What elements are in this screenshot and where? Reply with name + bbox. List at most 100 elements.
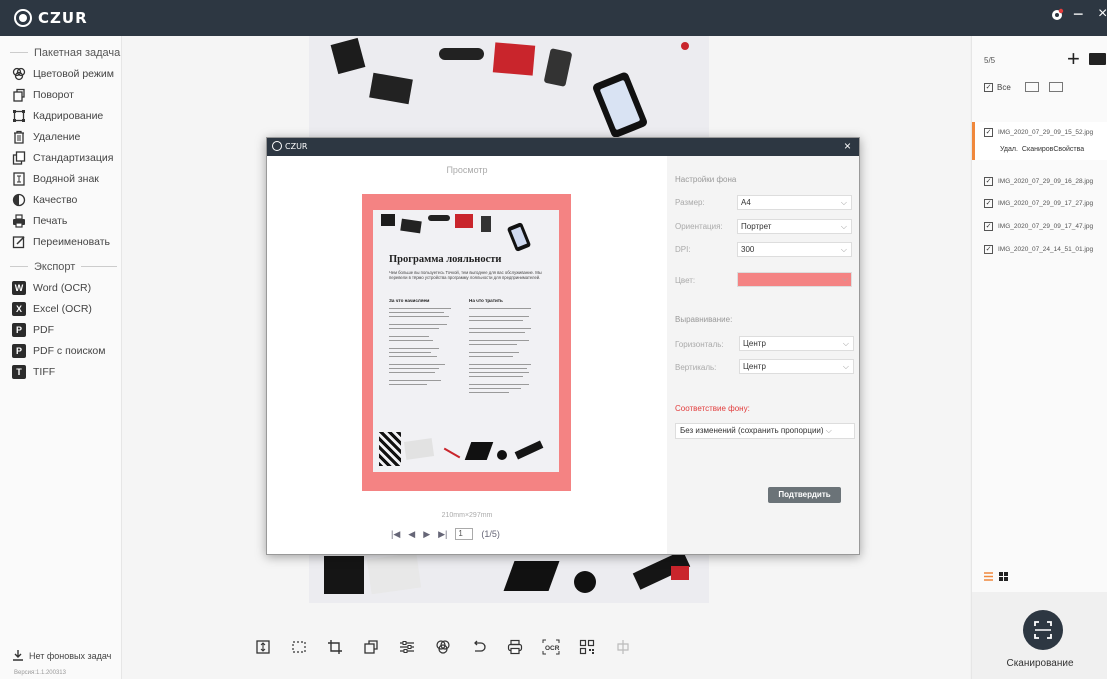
preview-label: Просмотр xyxy=(446,165,488,175)
select-area-icon[interactable] xyxy=(288,636,310,658)
close-icon[interactable]: × xyxy=(1098,5,1107,23)
scan-button[interactable] xyxy=(1023,610,1063,650)
prev-page-icon[interactable]: ◀ xyxy=(408,529,415,540)
scan-label: Сканирование xyxy=(1006,658,1074,669)
sidebar-item-label: Печать xyxy=(33,214,68,227)
doc-text-line xyxy=(389,356,437,358)
sidebar-item-rotate[interactable]: Поворот xyxy=(0,84,121,105)
doc-text-line xyxy=(469,384,529,386)
doc-text-line xyxy=(469,344,517,346)
export-item-label: Word (OCR) xyxy=(33,281,92,294)
orientation-select[interactable]: Портрет ⌵ xyxy=(737,219,852,234)
adjust-tool-icon[interactable] xyxy=(396,636,418,658)
first-page-icon[interactable]: |◀ xyxy=(391,529,400,540)
color-picker[interactable]: ⌵ xyxy=(737,272,852,287)
ocr-tool-icon[interactable]: OCR xyxy=(540,636,562,658)
doc-text-line xyxy=(469,340,529,342)
doc-image xyxy=(497,450,507,460)
export-word-ocr[interactable]: W Word (OCR) xyxy=(0,277,121,298)
app-logo: CZUR xyxy=(14,9,88,27)
watermark-icon xyxy=(12,171,26,186)
doc-text-line xyxy=(469,352,519,354)
doc-text-line xyxy=(469,368,527,370)
scan-icon xyxy=(1034,621,1052,639)
delete-icon xyxy=(12,130,26,144)
page-number-input[interactable]: 1 xyxy=(455,528,474,540)
print-tool-icon[interactable] xyxy=(504,636,526,658)
pdf-icon: P xyxy=(12,322,26,337)
file-item[interactable]: ✓ IMG_2020_07_29_09_15_52.jpg xyxy=(972,128,1107,137)
file-checkbox[interactable]: ✓ xyxy=(984,222,993,231)
doc-text-line xyxy=(469,320,523,322)
chevron-down-icon: ⌵ xyxy=(842,339,849,348)
background-tasks[interactable]: Нет фоновых задач xyxy=(12,649,111,663)
photo-object xyxy=(366,552,422,595)
minimize-icon[interactable]: − xyxy=(1073,4,1084,25)
confirm-button[interactable]: Подтвердить xyxy=(768,487,841,503)
sidebar-item-watermark[interactable]: Водяной знак xyxy=(0,168,121,189)
file-delete-link[interactable]: Удал. xyxy=(1000,146,1018,153)
horizontal-select[interactable]: Центр ⌵ xyxy=(739,336,854,351)
fit-select[interactable]: Без изменений (сохранить пропорции) ⌵ xyxy=(675,423,855,439)
last-page-icon[interactable]: ▶| xyxy=(438,529,447,540)
qr-tool-icon[interactable] xyxy=(576,636,598,658)
photo-object xyxy=(574,571,596,593)
image-view-icon[interactable] xyxy=(1024,82,1039,92)
sidebar-item-label: Удаление xyxy=(33,130,81,143)
color-tool-icon[interactable] xyxy=(432,636,454,658)
export-excel-ocr[interactable]: X Excel (OCR) xyxy=(0,298,121,319)
folder-icon[interactable] xyxy=(1089,53,1106,65)
file-item[interactable]: ✓ IMG_2020_07_29_09_17_47.jpg xyxy=(972,222,1107,231)
file-checkbox[interactable]: ✓ xyxy=(984,177,993,186)
sidebar-item-label: Переименовать xyxy=(33,235,110,248)
undo-tool-icon[interactable] xyxy=(468,636,490,658)
select-all[interactable]: ✓ Все xyxy=(984,82,1063,92)
doc-col2-heading: На что тратить xyxy=(469,298,503,303)
file-item[interactable]: ✓ IMG_2020_07_29_09_17_27.jpg xyxy=(972,199,1107,208)
file-checkbox[interactable]: ✓ xyxy=(984,128,993,137)
sidebar-item-crop[interactable]: Кадрирование xyxy=(0,105,121,126)
sidebar-item-print[interactable]: Печать xyxy=(0,210,121,231)
pager: |◀ ◀ ▶ ▶| 1 (1/5) xyxy=(391,528,500,540)
orientation-label: Ориентация: xyxy=(675,222,723,231)
file-name: IMG_2020_07_24_14_51_01.jpg xyxy=(998,246,1094,253)
settings-gear-icon[interactable] xyxy=(1050,8,1064,27)
export-item-label: PDF с поиском xyxy=(33,344,106,357)
export-pdf[interactable]: P PDF xyxy=(0,319,121,340)
sidebar-item-standardize[interactable]: Стандартизация xyxy=(0,147,121,168)
select-all-checkbox[interactable]: ✓ xyxy=(984,82,993,92)
doc-text-line xyxy=(389,328,439,330)
export-item-label: Excel (OCR) xyxy=(33,302,92,315)
file-item[interactable]: ✓ IMG_2020_07_29_09_16_28.jpg xyxy=(972,177,1107,186)
doc-text-line xyxy=(389,340,433,342)
size-select[interactable]: A4 ⌵ xyxy=(737,195,852,210)
file-checkbox[interactable]: ✓ xyxy=(984,199,993,208)
sidebar-item-quality[interactable]: Качество xyxy=(0,189,121,210)
align-tool-icon[interactable] xyxy=(252,636,274,658)
export-searchable-pdf[interactable]: P PDF с поиском xyxy=(0,340,121,361)
sidebar-item-color-mode[interactable]: Цветовой режим xyxy=(0,63,121,84)
split-tool-icon[interactable] xyxy=(612,636,634,658)
file-properties-link[interactable]: СканировСвойства xyxy=(1022,146,1084,153)
vertical-select[interactable]: Центр ⌵ xyxy=(739,359,854,374)
rotate-tool-icon[interactable] xyxy=(360,636,382,658)
sidebar-item-label: Качество xyxy=(33,193,78,206)
file-checkbox[interactable]: ✓ xyxy=(984,245,993,254)
dpi-value: 300 xyxy=(741,245,755,254)
dialog-close-icon[interactable]: × xyxy=(844,139,851,153)
dpi-select[interactable]: 300 ⌵ xyxy=(737,242,852,257)
list-view-icon[interactable] xyxy=(984,572,993,581)
sidebar-item-rename[interactable]: Переименовать xyxy=(0,231,121,252)
doc-text-line xyxy=(389,348,439,350)
export-tiff[interactable]: T TIFF xyxy=(0,361,121,382)
photo-object xyxy=(503,561,560,591)
file-item[interactable]: ✓ IMG_2020_07_24_14_51_01.jpg xyxy=(972,245,1107,254)
sidebar-item-label: Кадрирование xyxy=(33,109,104,122)
chevron-down-icon: ⌵ xyxy=(842,362,849,371)
crop-tool-icon[interactable] xyxy=(324,636,346,658)
sidebar-item-delete[interactable]: Удаление xyxy=(0,126,121,147)
add-icon[interactable]: + xyxy=(1067,46,1080,72)
play-view-icon[interactable] xyxy=(1048,82,1063,92)
next-page-icon[interactable]: ▶ xyxy=(423,529,430,540)
grid-view-icon[interactable] xyxy=(999,572,1008,581)
